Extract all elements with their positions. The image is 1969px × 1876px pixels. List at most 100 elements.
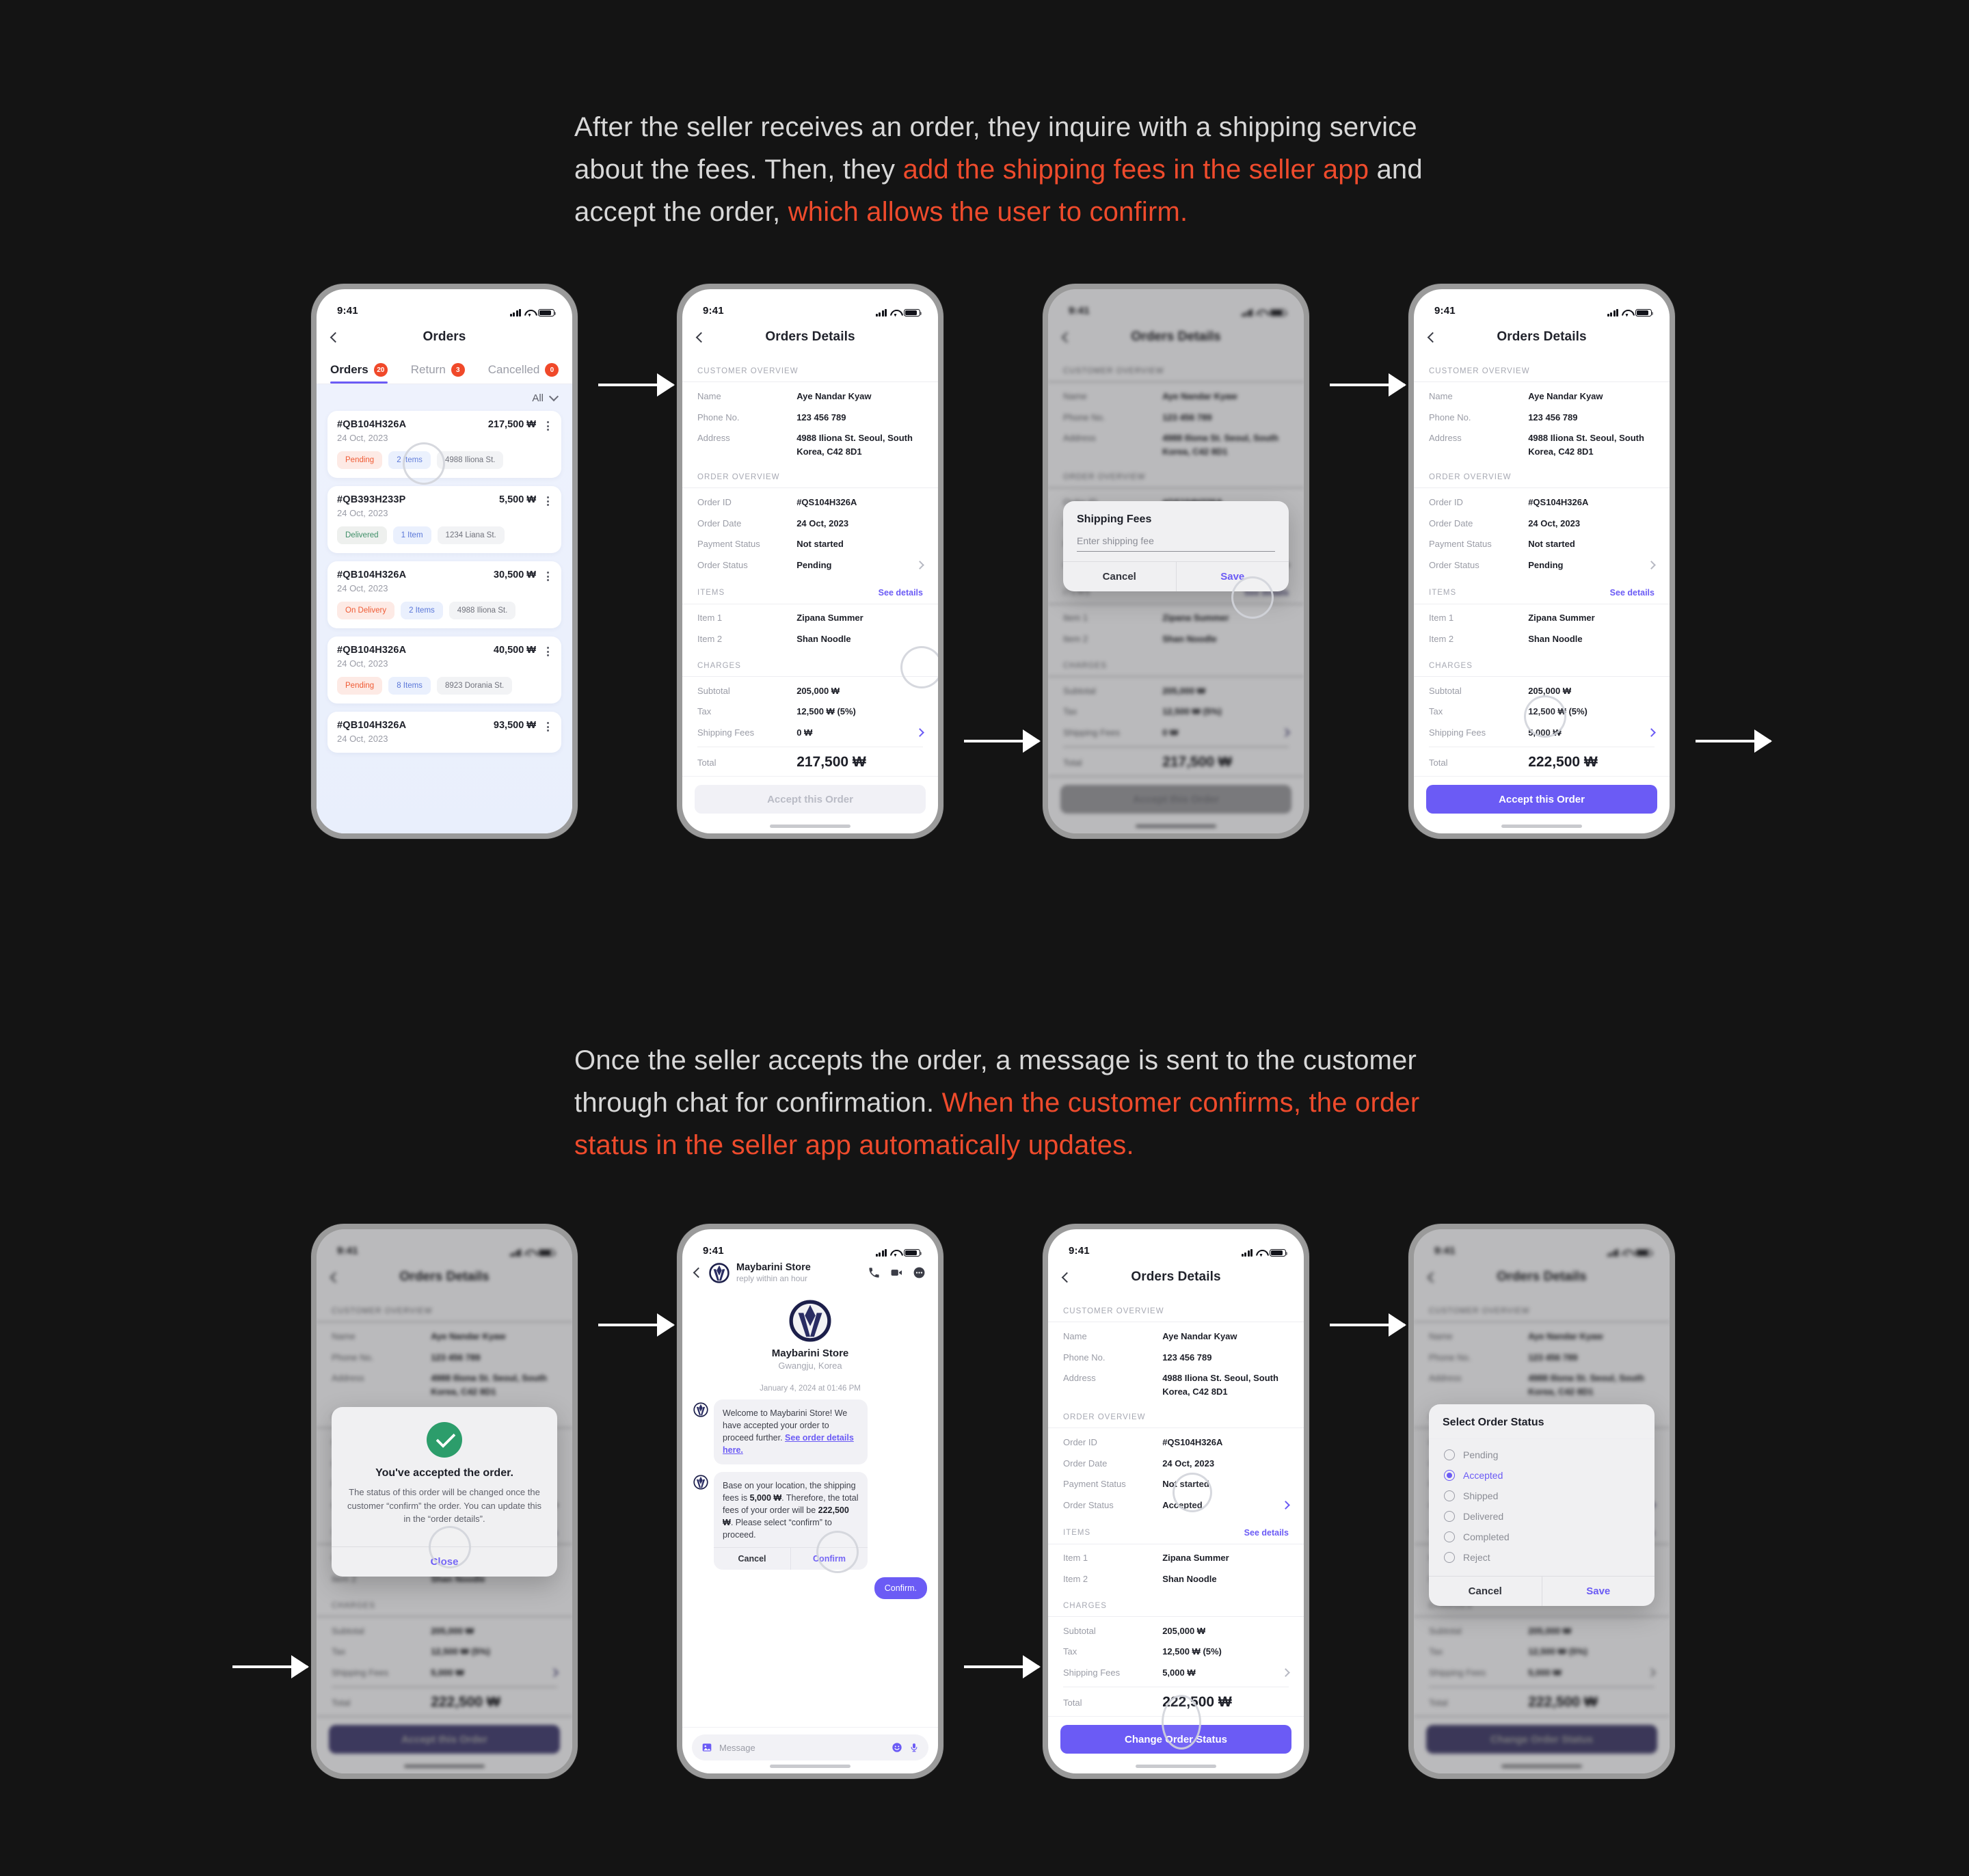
more-options-icon[interactable] (544, 720, 552, 734)
value: Not started (796, 539, 844, 550)
see-details-link[interactable]: See details (1610, 588, 1655, 598)
more-options-icon[interactable] (544, 494, 552, 508)
items-count-badge: 2 Items (388, 451, 431, 469)
detail-row-shipping-fees[interactable]: Shipping Fees 5,000 ₩ (1048, 1662, 1304, 1683)
chat-bubble-incoming: Welcome to Maybarini Store! We have acce… (714, 1399, 868, 1464)
home-indicator (1136, 1765, 1216, 1769)
image-icon[interactable] (701, 1742, 712, 1753)
accept-order-button[interactable]: Accept this Order (695, 785, 926, 814)
change-order-status-button[interactable]: Change Order Status (1060, 1725, 1291, 1754)
save-button[interactable]: Save (1177, 562, 1289, 591)
cellular-signal-icon (509, 308, 521, 317)
detail-row-total: Total 222,500 ₩ (1414, 747, 1670, 776)
page-title: Orders Details (765, 330, 855, 344)
label: Address (1429, 433, 1462, 444)
detail-row-subtotal: Subtotal 205,000 ₩ (682, 677, 938, 701)
shipping-fee-placeholder: Enter shipping fee (1077, 535, 1154, 546)
detail-row-tax: Tax 12,500 ₩ (5%) (1048, 1641, 1304, 1662)
page-title: Orders Details (1131, 1270, 1221, 1284)
emoji-icon[interactable] (892, 1742, 902, 1753)
filter-label: All (532, 392, 544, 404)
radio-icon (1444, 1531, 1455, 1542)
radio-icon (1444, 1511, 1455, 1522)
detail-row-order-status[interactable]: Order Status Pending (1414, 554, 1670, 576)
status-icons (875, 308, 922, 317)
chat-store-name: Maybarini Store (736, 1262, 811, 1273)
save-button[interactable]: Save (1542, 1577, 1655, 1606)
radio-option-completed[interactable]: Completed (1429, 1527, 1655, 1547)
phone-select-order-status: 9:41 Orders Details CUSTOMER OVERVIEW Na… (1408, 1224, 1675, 1779)
table-row[interactable]: #QB104H326A 24 Oct, 2023 93,500 ₩ (327, 712, 561, 753)
more-options-icon[interactable] (544, 570, 552, 583)
radio-option-accepted[interactable]: Accepted (1429, 1465, 1655, 1486)
value: #QS104H326A (1528, 497, 1589, 508)
status-time: 9:41 (703, 305, 724, 317)
tab-return[interactable]: Return 3 (411, 363, 465, 384)
tab-orders[interactable]: Orders 20 (330, 363, 388, 384)
dialog-text: The status of this order will be changed… (347, 1487, 541, 1524)
section-charges: CHARGES (1429, 661, 1473, 670)
label: Phone No. (697, 412, 740, 423)
see-details-link[interactable]: See details (879, 588, 923, 598)
value: 205,000 ₩ (1162, 1625, 1206, 1636)
detail-row-order-status[interactable]: Order Status Pending (682, 554, 938, 576)
screen-order-details-after: 9:41 Orders Details CUSTOMER OVERVIEW Na… (1414, 289, 1670, 833)
store-hero-location: Gwangju, Korea (778, 1361, 842, 1371)
radio-option-reject[interactable]: Reject (1429, 1547, 1655, 1568)
more-options-icon[interactable] (913, 1266, 926, 1279)
order-amount: 30,500 ₩ (493, 570, 536, 580)
table-row[interactable]: #QB393H233P 24 Oct, 2023 5,500 ₩ Deliver… (327, 486, 561, 553)
wifi-icon (524, 309, 535, 317)
radio-option-shipped[interactable]: Shipped (1429, 1486, 1655, 1506)
order-date: 24 Oct, 2023 (337, 658, 388, 669)
chat-bubble-confirm-request: Base on your location, the shipping fees… (714, 1471, 868, 1570)
value: 217,500 ₩ (796, 754, 866, 770)
detail-row-payment-status: Payment Status Not started (682, 533, 938, 554)
detail-row-payment-status: Payment Status Not started (1048, 1473, 1304, 1495)
cancel-button[interactable]: Cancel (714, 1548, 790, 1570)
detail-row-shipping-fees[interactable]: Shipping Fees 5,000 ₩ (1414, 722, 1670, 743)
details-body: CUSTOMER OVERVIEW Name Aye Nandar Kyaw P… (682, 355, 938, 833)
confirm-button[interactable]: Confirm (791, 1548, 868, 1570)
shipping-fee-input[interactable]: Enter shipping fee (1077, 535, 1275, 552)
wifi-icon (1622, 309, 1632, 317)
section-customer-overview: CUSTOMER OVERVIEW (1063, 1307, 1164, 1315)
page-title: Orders (423, 330, 466, 344)
chevron-down-icon (548, 391, 559, 402)
label: Order Date (1429, 518, 1473, 528)
value: Aye Nandar Kyaw (1528, 390, 1603, 401)
label: Order Date (1063, 1458, 1108, 1469)
close-button[interactable]: Close (332, 1547, 557, 1577)
detail-row-order-id: Order ID #QS104H326A (1414, 488, 1670, 513)
table-row[interactable]: #QB104H326A 24 Oct, 2023 217,500 ₩ Pendi… (327, 411, 561, 478)
value: Zipana Summer (1162, 1553, 1229, 1564)
store-hero: Maybarini Store Gwangju, Korea (693, 1290, 927, 1375)
order-date: 24 Oct, 2023 (337, 508, 388, 518)
more-options-icon[interactable] (544, 419, 552, 433)
phone-accepted-confirmation: 9:41 Orders Details CUSTOMER OVERVIEW Na… (311, 1224, 578, 1779)
radio-option-delivered[interactable]: Delivered (1429, 1506, 1655, 1527)
label: Subtotal (1429, 685, 1462, 696)
table-row[interactable]: #QB104H326A 24 Oct, 2023 40,500 ₩ Pendin… (327, 636, 561, 704)
video-camera-icon[interactable] (889, 1266, 904, 1279)
message-input[interactable]: Message (692, 1734, 928, 1760)
detail-row-order-date: Order Date 24 Oct, 2023 (1414, 513, 1670, 534)
phone-orders-list: 9:41 Orders Orders 20 Return 3 Cancelled… (311, 284, 578, 839)
see-details-link[interactable]: See details (1244, 1528, 1289, 1538)
radio-option-pending[interactable]: Pending (1429, 1445, 1655, 1465)
detail-row-shipping-fees[interactable]: Shipping Fees 0 ₩ (682, 722, 938, 743)
microphone-icon[interactable] (909, 1742, 919, 1753)
phone-icon[interactable] (868, 1266, 881, 1279)
more-options-icon[interactable] (544, 645, 552, 658)
back-arrow-icon[interactable] (693, 1267, 704, 1278)
detail-row-order-status[interactable]: Order Status Accepted (1048, 1495, 1304, 1516)
tab-cancelled[interactable]: Cancelled 0 (488, 363, 559, 384)
filter-dropdown[interactable]: All (327, 384, 561, 411)
detail-row-total: Total 217,500 ₩ (682, 747, 938, 776)
table-row[interactable]: #QB104H326A 24 Oct, 2023 30,500 ₩ On Del… (327, 561, 561, 628)
accept-order-button[interactable]: Accept this Order (1426, 785, 1657, 814)
cancel-button[interactable]: Cancel (1429, 1577, 1542, 1606)
label: Total (1429, 758, 1448, 768)
screen-order-details-accepted: 9:41 Orders Details CUSTOMER OVERVIEW Na… (1048, 1229, 1304, 1773)
cancel-button[interactable]: Cancel (1063, 562, 1176, 591)
